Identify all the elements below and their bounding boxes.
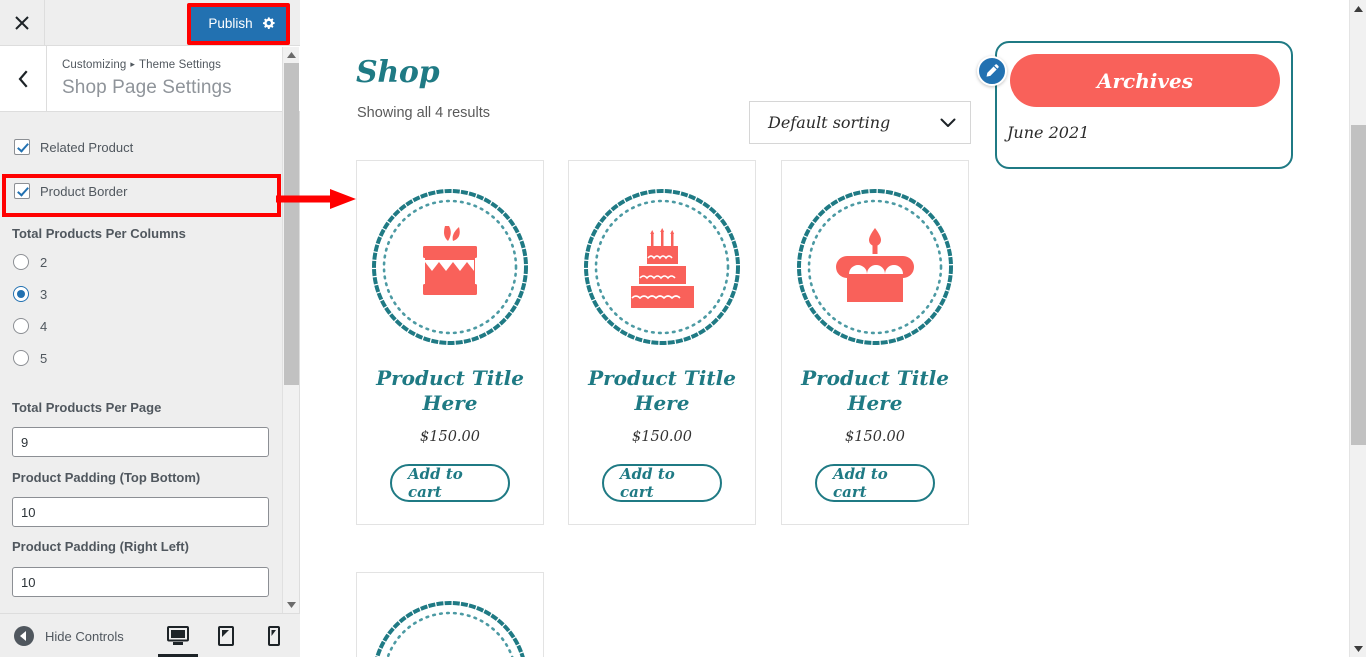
page-title: Shop Page Settings [62,77,232,98]
device-preview-switcher [158,614,288,657]
padding-top-bottom-label: Product Padding (Top Bottom) [12,470,201,485]
product-price: $150.00 [845,429,905,445]
columns-2-label: 2 [40,254,48,270]
product-price: $150.00 [420,429,480,445]
product-card[interactable]: Product Title Here $150.00 Add to cart [356,160,544,525]
controls-list: Related Product Product Border Total Pro… [0,112,283,612]
breadcrumb-parent[interactable]: Theme Settings [139,59,221,71]
device-desktop-button[interactable] [158,614,198,657]
widget-edit-button[interactable] [977,56,1007,86]
result-count: Showing all 4 results [357,105,490,121]
product-border-checkbox[interactable] [14,183,30,199]
sidebar-scroll-down-button[interactable] [283,597,300,613]
products-per-page-label: Total Products Per Page [12,400,162,415]
product-image[interactable] [792,184,958,350]
shop-heading: Shop [356,55,440,90]
padding-right-left-label: Product Padding (Right Left) [12,539,189,554]
radio-columns-5[interactable]: 5 [13,350,47,366]
preview-scroll-up-button[interactable] [1350,0,1366,17]
columns-3-radio[interactable] [13,286,29,302]
cake-slice-icon [372,189,528,345]
device-mobile-button[interactable] [260,614,288,657]
columns-group-label: Total Products Per Columns [12,226,186,241]
columns-4-radio[interactable] [13,318,29,334]
customizer-sidebar: Publish Customizing ▸ Theme Settings Shop … [0,0,300,657]
preview-scroll-down-button[interactable] [1350,640,1366,657]
product-image[interactable] [579,184,745,350]
preview-scrollbar-thumb[interactable] [1351,125,1366,445]
archives-widget-link[interactable]: June 2021 [1007,123,1089,142]
padding-right-left-input[interactable] [12,567,269,597]
product-card[interactable]: Product Title Here $150.00 Add to cart [568,160,756,525]
collapse-arrow-icon [14,626,34,646]
triangle-up-icon [287,52,296,58]
breadcrumb-separator: ▸ [130,59,135,69]
preview-scrollbar[interactable] [1349,0,1366,657]
tiered-cake-icon [584,189,740,345]
device-tablet-button[interactable] [212,614,240,657]
dotted-cake-icon [375,601,525,657]
publish-button-label: Publish [208,15,253,31]
desktop-icon [167,626,189,645]
sorting-select-value: Default sorting [768,113,891,132]
columns-5-radio[interactable] [13,350,29,366]
control-product-border[interactable]: Product Border [14,183,127,199]
radio-columns-4[interactable]: 4 [13,318,47,334]
publish-button[interactable]: Publish [190,5,290,41]
triangle-down-icon [287,602,296,608]
radio-columns-3[interactable]: 3 [13,286,47,302]
radio-columns-2[interactable]: 2 [13,254,47,270]
panel-header: Customizing ▸ Theme Settings Shop Page Set… [0,46,300,112]
add-to-cart-button[interactable]: Add to cart [815,464,935,502]
hide-controls-label: Hide Controls [45,628,124,644]
product-title[interactable]: Product Title Here [790,366,960,416]
close-icon [15,15,29,30]
sorting-select[interactable]: Default sorting [749,101,971,144]
product-image[interactable] [367,596,533,657]
sidebar-scrollbar[interactable] [282,47,299,613]
columns-3-label: 3 [40,286,48,302]
tablet-icon [218,626,234,646]
related-product-label: Related Product [40,139,134,155]
columns-4-label: 4 [40,318,48,334]
product-card[interactable]: Product Title Here $150.00 Add to cart [781,160,969,525]
sidebar-scroll-up-button[interactable] [283,47,300,63]
chevron-down-icon [940,118,956,127]
product-title[interactable]: Product Title Here [577,366,747,416]
products-per-page-input[interactable] [12,427,269,457]
mobile-icon [268,626,280,646]
columns-2-radio[interactable] [13,254,29,270]
padding-top-bottom-input[interactable] [12,497,269,527]
site-preview: Shop Showing all 4 results Default sorti… [301,0,1366,657]
sidebar-scrollbar-thumb[interactable] [284,63,299,385]
add-to-cart-button[interactable]: Add to cart [390,464,510,502]
product-border-label: Product Border [40,183,128,199]
triangle-up-icon [1354,5,1363,12]
breadcrumb: Customizing ▸ Theme Settings [62,59,221,71]
customizer-footer: Hide Controls [0,613,300,657]
gear-icon [262,17,275,30]
triangle-down-icon [1354,645,1363,652]
add-to-cart-button[interactable]: Add to cart [602,464,722,502]
publish-button-wrap: Publish [190,5,290,41]
columns-5-label: 5 [40,350,48,366]
candle-cake-icon [797,189,953,345]
customizer-screen: Publish Customizing ▸ Theme Settings Shop … [0,0,1366,657]
back-button[interactable] [0,46,47,111]
hide-controls-button[interactable]: Hide Controls [14,626,124,646]
product-image[interactable] [367,184,533,350]
related-product-checkbox[interactable] [14,139,30,155]
pencil-edit-icon [986,64,999,77]
product-card[interactable]: Product Title Here $150.00 Add to cart [356,572,544,657]
customizer-header: Publish [0,0,300,46]
archives-widget-title: Archives [1010,54,1280,107]
product-price: $150.00 [632,429,692,445]
product-title[interactable]: Product Title Here [365,366,535,416]
archives-widget: Archives June 2021 [995,41,1293,169]
chevron-left-icon [18,69,28,88]
breadcrumb-root[interactable]: Customizing [62,59,126,71]
control-related-product[interactable]: Related Product [14,139,133,155]
close-customizer-button[interactable] [0,0,45,45]
